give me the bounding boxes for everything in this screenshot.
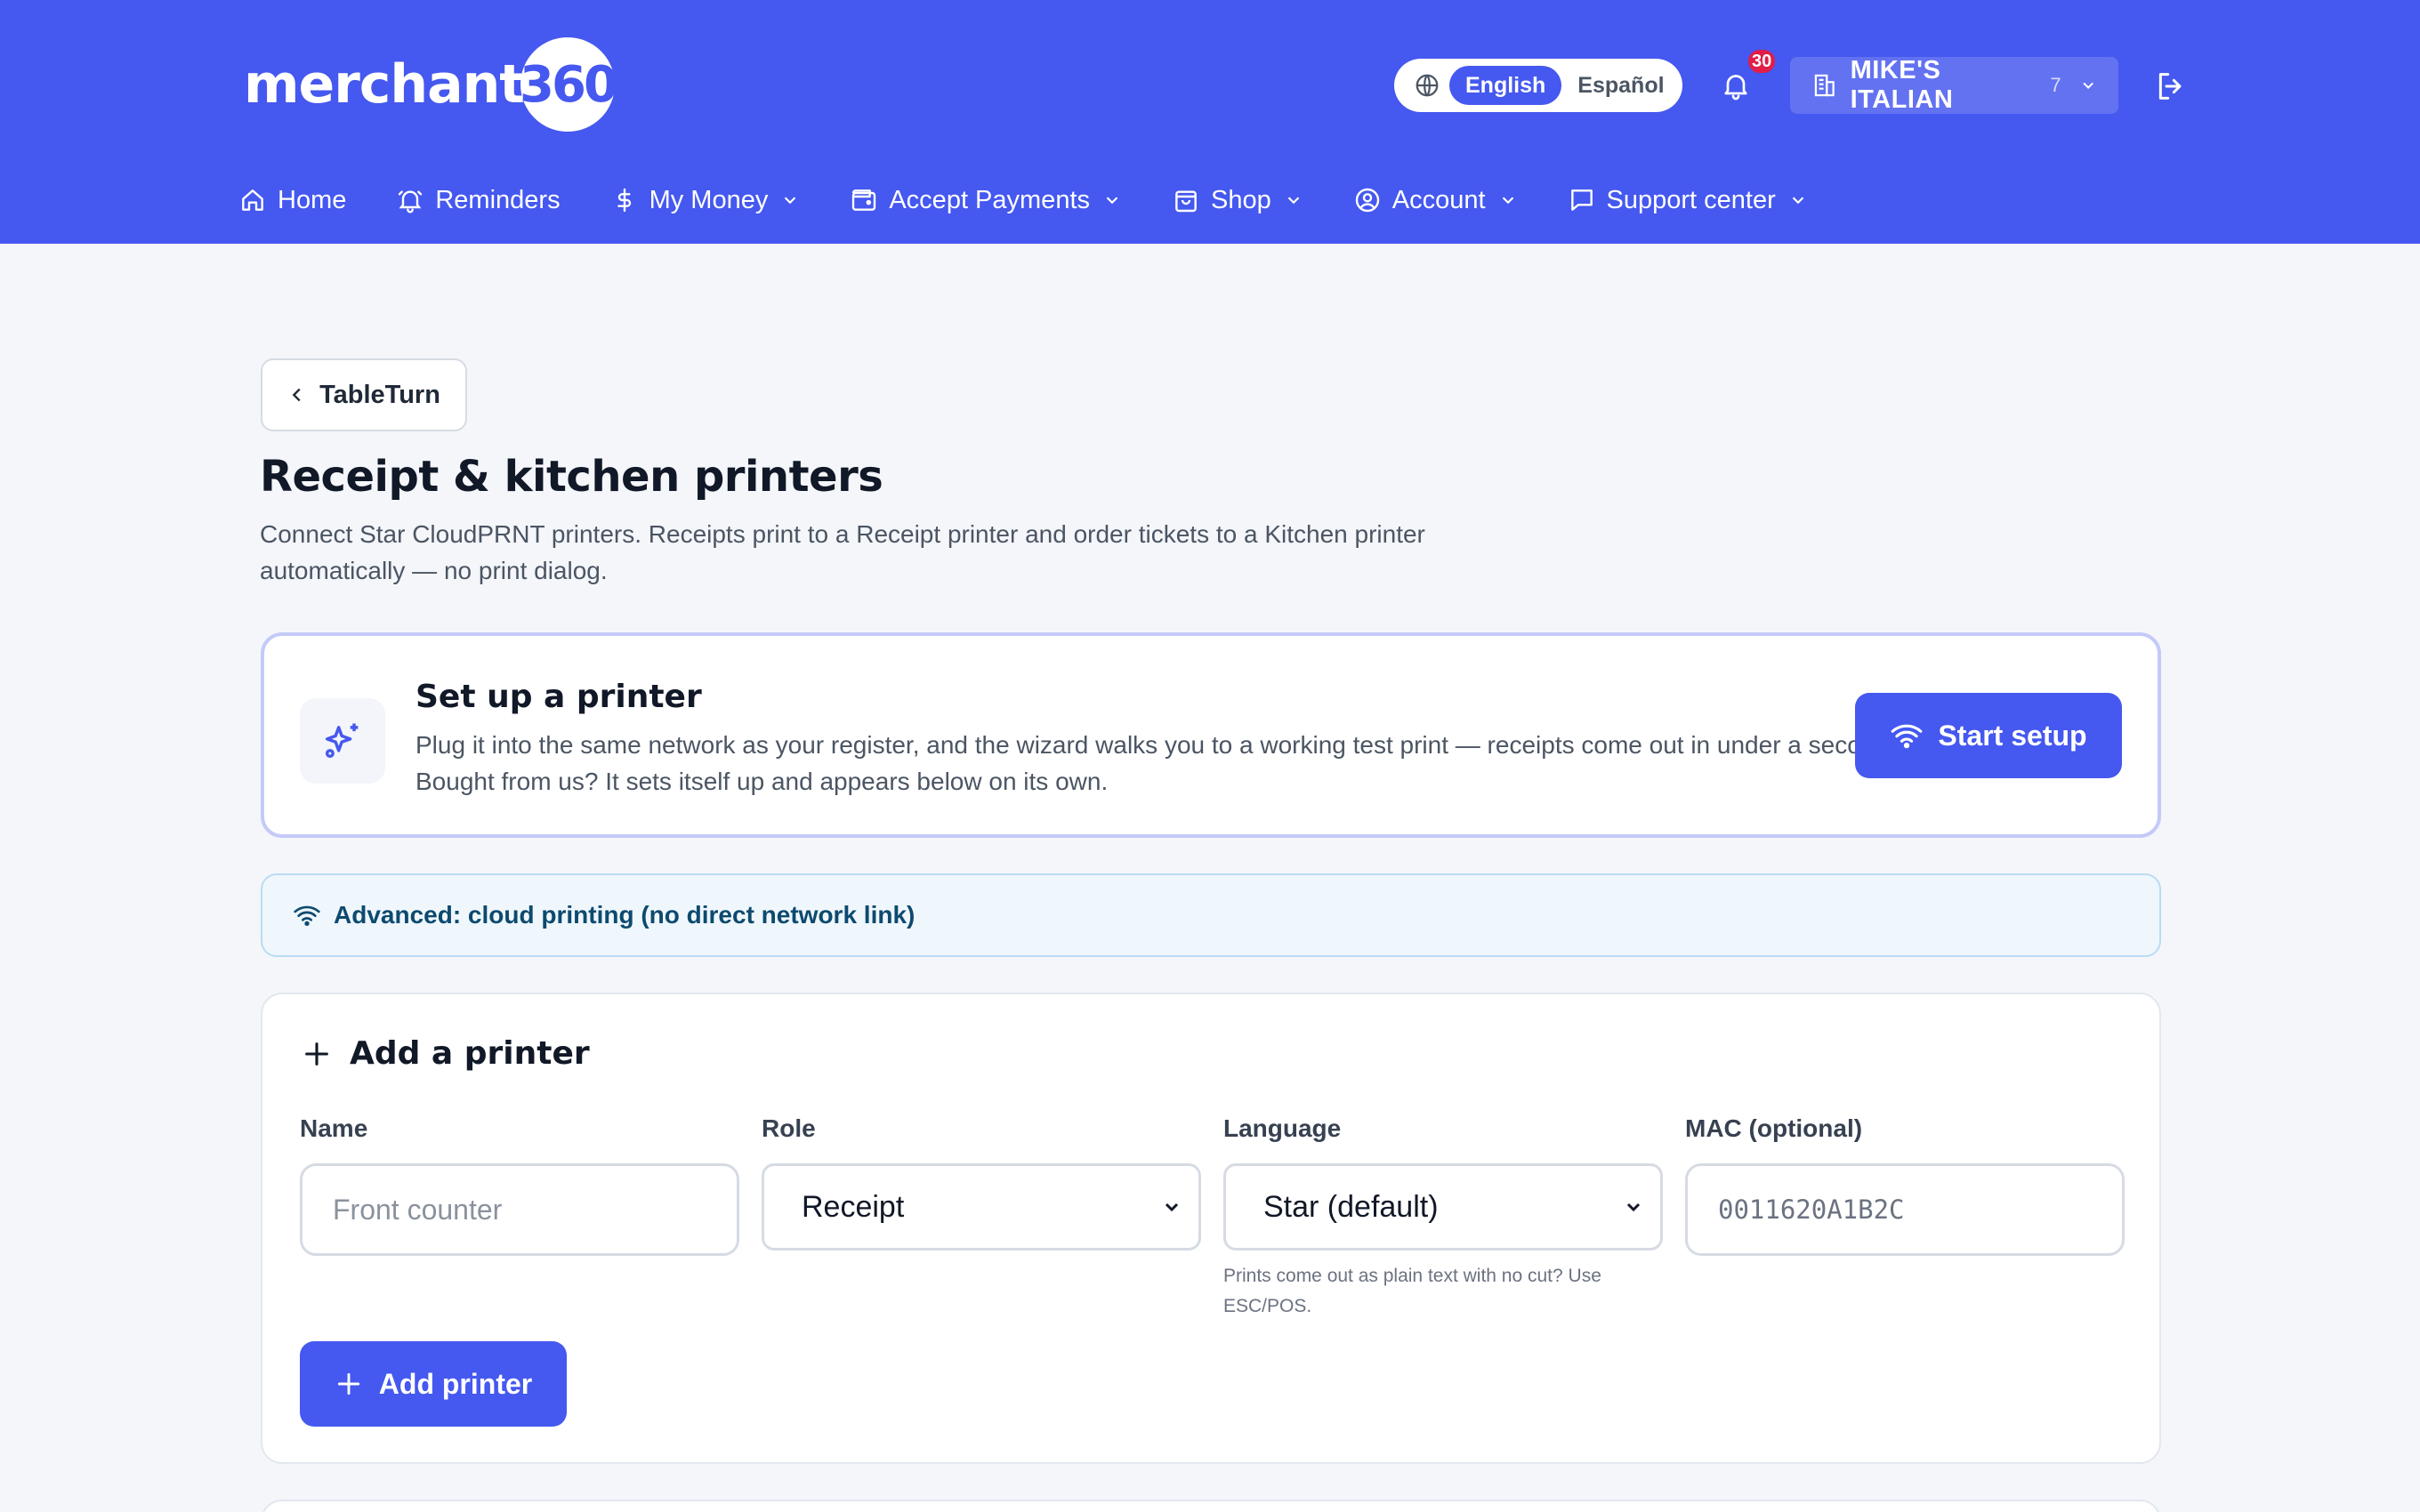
chevron-down-icon bbox=[1502, 197, 1513, 205]
wifi-icon bbox=[294, 905, 320, 926]
logout-icon[interactable] bbox=[2153, 68, 2189, 104]
nav-support-center[interactable]: Support center bbox=[1568, 186, 1808, 215]
nav-home[interactable]: Home bbox=[238, 186, 346, 215]
advanced-label: Advanced: cloud printing (no direct netw… bbox=[334, 901, 916, 929]
chevron-down-icon bbox=[2083, 82, 2093, 89]
mac-label: MAC (optional) bbox=[1685, 1114, 1863, 1142]
add-printer-title: Add a printer bbox=[302, 1035, 590, 1072]
chevron-down-icon bbox=[1165, 1202, 1179, 1212]
main-nav: Home Reminders My Money Accept Payments … bbox=[238, 178, 1858, 222]
mac-field-group: MAC (optional) 0011620A1B2C bbox=[1685, 1114, 2125, 1256]
page-description: Connect Star CloudPRNT printers. Receipt… bbox=[260, 520, 1425, 584]
setup-printer-card: Set up a printer Plug it into the same n… bbox=[261, 632, 2161, 838]
language-english[interactable]: English bbox=[1449, 66, 1562, 105]
wifi-icon bbox=[1892, 724, 1923, 749]
setup-description: Plug it into the same network as your re… bbox=[415, 731, 1896, 795]
add-printer-card: Add a printer Name Front counter Role Re… bbox=[261, 993, 2161, 1464]
start-setup-label: Start setup bbox=[1938, 719, 2087, 752]
chevron-down-icon bbox=[1792, 197, 1804, 205]
plus-icon bbox=[337, 1372, 359, 1395]
nav-reminders-label: Reminders bbox=[435, 185, 561, 214]
printer-list-card bbox=[261, 1500, 2161, 1512]
chevron-down-icon bbox=[1626, 1202, 1641, 1212]
setup-icon-box bbox=[300, 698, 385, 784]
bell-icon bbox=[399, 190, 423, 213]
dollar-icon bbox=[617, 188, 631, 213]
nav-my-money-label: My Money bbox=[649, 185, 769, 214]
language-espanol[interactable]: Español bbox=[1561, 66, 1680, 105]
merchant-selector[interactable]: MIKE'S ITALIAN 7 bbox=[1790, 56, 2118, 114]
nav-accept-payments-label: Accept Payments bbox=[889, 185, 1090, 214]
add-printer-title-text: Add a printer bbox=[350, 1035, 590, 1072]
user-circle-icon bbox=[1355, 188, 1379, 213]
nav-shop[interactable]: Shop bbox=[1172, 186, 1303, 215]
advanced-cloud-printing-toggle[interactable]: Advanced: cloud printing (no direct netw… bbox=[261, 873, 2161, 957]
language-hint: Prints come out as plain text with no cu… bbox=[1223, 1266, 1601, 1316]
top-header: merchant 360 English Español 30 MIKE'S I… bbox=[0, 0, 2420, 244]
name-input[interactable]: Front counter bbox=[300, 1163, 739, 1256]
notification-count-badge: 30 bbox=[1746, 48, 1778, 75]
add-printer-button-label: Add printer bbox=[378, 1367, 533, 1400]
merchant-count: 7 bbox=[2050, 74, 2061, 96]
logo-badge: 360 bbox=[520, 37, 618, 132]
nav-account-label: Account bbox=[1392, 185, 1486, 214]
role-field-group: Role Receipt bbox=[762, 1114, 1201, 1251]
nav-accept-payments[interactable]: Accept Payments bbox=[850, 186, 1122, 215]
shopping-bag-icon bbox=[1175, 190, 1197, 213]
nav-reminders[interactable]: Reminders bbox=[396, 185, 561, 215]
name-field-group: Name Front counter bbox=[300, 1114, 739, 1256]
role-label: Role bbox=[762, 1114, 816, 1142]
sparkles-icon bbox=[325, 723, 359, 759]
page-title: Receipt & kitchen printers bbox=[260, 452, 883, 502]
nav-account[interactable]: Account bbox=[1353, 186, 1518, 215]
add-printer-button[interactable]: Add printer bbox=[300, 1341, 567, 1427]
back-button[interactable]: TableTurn bbox=[261, 358, 467, 431]
setup-title: Set up a printer bbox=[415, 679, 702, 715]
language-field-group: Language Star (default) Prints come out … bbox=[1223, 1114, 1663, 1322]
mac-input[interactable]: 0011620A1B2C bbox=[1685, 1163, 2125, 1256]
plus-icon bbox=[305, 1042, 328, 1066]
notifications-bell-icon[interactable] bbox=[1720, 69, 1752, 101]
chevron-down-icon bbox=[1106, 197, 1118, 205]
building-icon bbox=[1814, 74, 1835, 97]
language-select[interactable]: Star (default) bbox=[1223, 1163, 1663, 1251]
chat-icon bbox=[1570, 189, 1593, 211]
language-toggle[interactable]: English Español bbox=[1394, 59, 1682, 112]
nav-my-money[interactable]: My Money bbox=[610, 186, 801, 215]
name-label: Name bbox=[300, 1114, 368, 1142]
logo-text: merchant bbox=[244, 53, 525, 116]
merchant360-logo[interactable]: merchant 360 bbox=[244, 36, 618, 133]
back-button-label: TableTurn bbox=[319, 380, 440, 409]
nav-support-center-label: Support center bbox=[1606, 185, 1776, 214]
chevron-left-icon bbox=[292, 388, 301, 402]
chevron-down-icon bbox=[1287, 197, 1300, 205]
globe-icon bbox=[1416, 74, 1439, 97]
merchant-name: MIKE'S ITALIAN bbox=[1850, 56, 1954, 114]
nav-home-label: Home bbox=[278, 185, 347, 214]
role-select-value: Receipt bbox=[802, 1189, 905, 1224]
home-icon bbox=[242, 189, 263, 211]
language-label: Language bbox=[1223, 1114, 1342, 1142]
start-setup-button[interactable]: Start setup bbox=[1855, 693, 2122, 778]
wallet-icon bbox=[852, 189, 876, 211]
role-select[interactable]: Receipt bbox=[762, 1163, 1201, 1251]
language-select-value: Star (default) bbox=[1263, 1189, 1439, 1224]
nav-shop-label: Shop bbox=[1211, 185, 1271, 214]
chevron-down-icon bbox=[785, 197, 796, 205]
